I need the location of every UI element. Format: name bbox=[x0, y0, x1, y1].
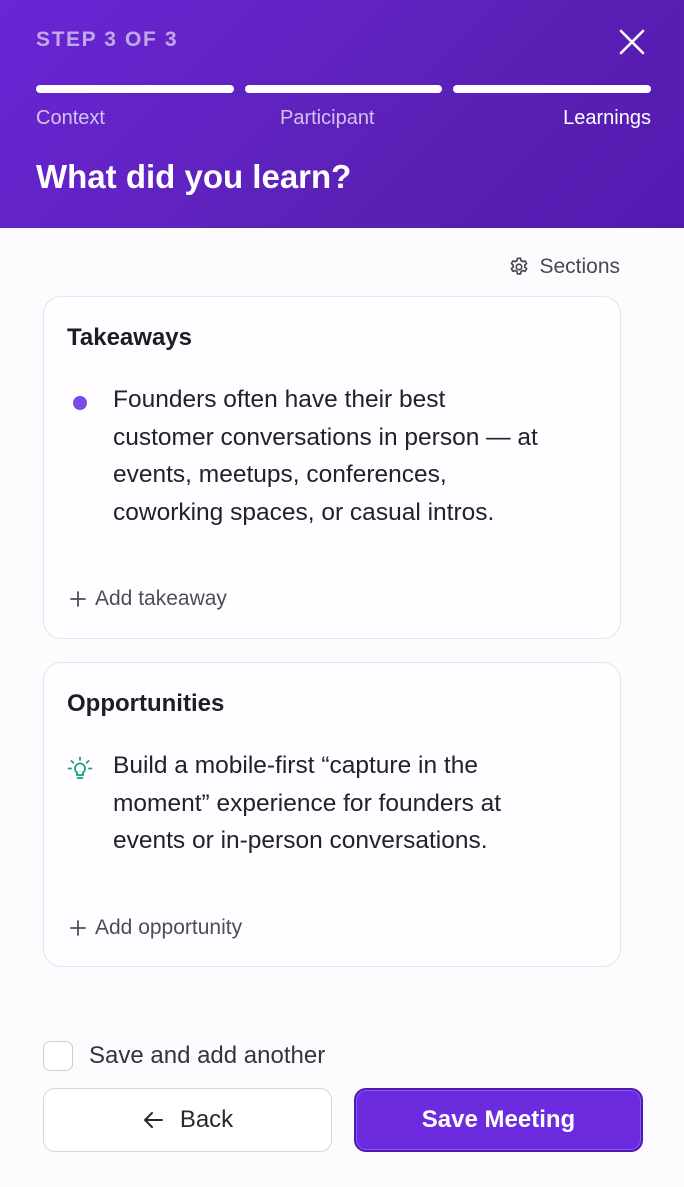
add-opportunity-label: Add opportunity bbox=[95, 916, 243, 939]
progress-segment-participant bbox=[244, 85, 443, 93]
plus-icon bbox=[70, 591, 86, 607]
progress-segment-learnings bbox=[453, 85, 652, 93]
page-title: What did you learn? bbox=[36, 158, 352, 195]
opportunity-item[interactable]: Build a mobile-first “capture in the mom… bbox=[67, 747, 547, 860]
sections-label: Sections bbox=[539, 255, 620, 278]
opportunity-text: Build a mobile-first “capture in the mom… bbox=[113, 752, 502, 854]
add-takeaway-label: Add takeaway bbox=[95, 587, 227, 610]
save-meeting-button[interactable]: Save Meeting bbox=[354, 1088, 643, 1152]
takeaways-card: Takeaways Founders often have their best… bbox=[43, 296, 621, 639]
sections-button[interactable]: Sections bbox=[508, 252, 620, 282]
takeaway-item[interactable]: Founders often have their best customer … bbox=[67, 381, 547, 531]
progress-bar bbox=[36, 85, 652, 93]
gear-icon bbox=[511, 257, 528, 275]
lightbulb-icon bbox=[67, 747, 113, 860]
wizard-header: STEP 3 OF 3 Context Participant Learning… bbox=[0, 0, 684, 228]
opportunities-title: Opportunities bbox=[67, 690, 225, 717]
back-label: Back bbox=[179, 1106, 234, 1133]
bullet-dot-icon bbox=[73, 396, 87, 410]
plus-icon bbox=[70, 920, 86, 936]
step-participant[interactable]: Participant bbox=[280, 107, 375, 130]
arrow-left-icon bbox=[143, 1112, 163, 1128]
takeaways-title: Takeaways bbox=[67, 324, 192, 351]
step-context[interactable]: Context bbox=[36, 107, 105, 130]
step-indicator: STEP 3 OF 3 bbox=[36, 28, 179, 51]
takeaway-text: Founders often have their best customer … bbox=[113, 386, 538, 526]
save-and-add-another[interactable]: Save and add another bbox=[43, 1040, 325, 1072]
step-learnings[interactable]: Learnings bbox=[563, 107, 651, 130]
progress-segment-context bbox=[36, 85, 234, 93]
save-meeting-label: Save Meeting bbox=[421, 1106, 576, 1133]
step-names: Context Participant Learnings bbox=[36, 107, 651, 133]
add-takeaway-button[interactable]: Add takeaway bbox=[69, 587, 227, 611]
back-button[interactable]: Back bbox=[43, 1088, 332, 1152]
close-icon bbox=[619, 29, 645, 55]
add-opportunity-button[interactable]: Add opportunity bbox=[69, 916, 242, 940]
save-another-checkbox[interactable] bbox=[43, 1041, 73, 1071]
close-button[interactable] bbox=[612, 22, 652, 62]
opportunities-card: Opportunities Build a mobile-first “capt… bbox=[43, 662, 621, 967]
save-another-label: Save and add another bbox=[89, 1042, 326, 1069]
